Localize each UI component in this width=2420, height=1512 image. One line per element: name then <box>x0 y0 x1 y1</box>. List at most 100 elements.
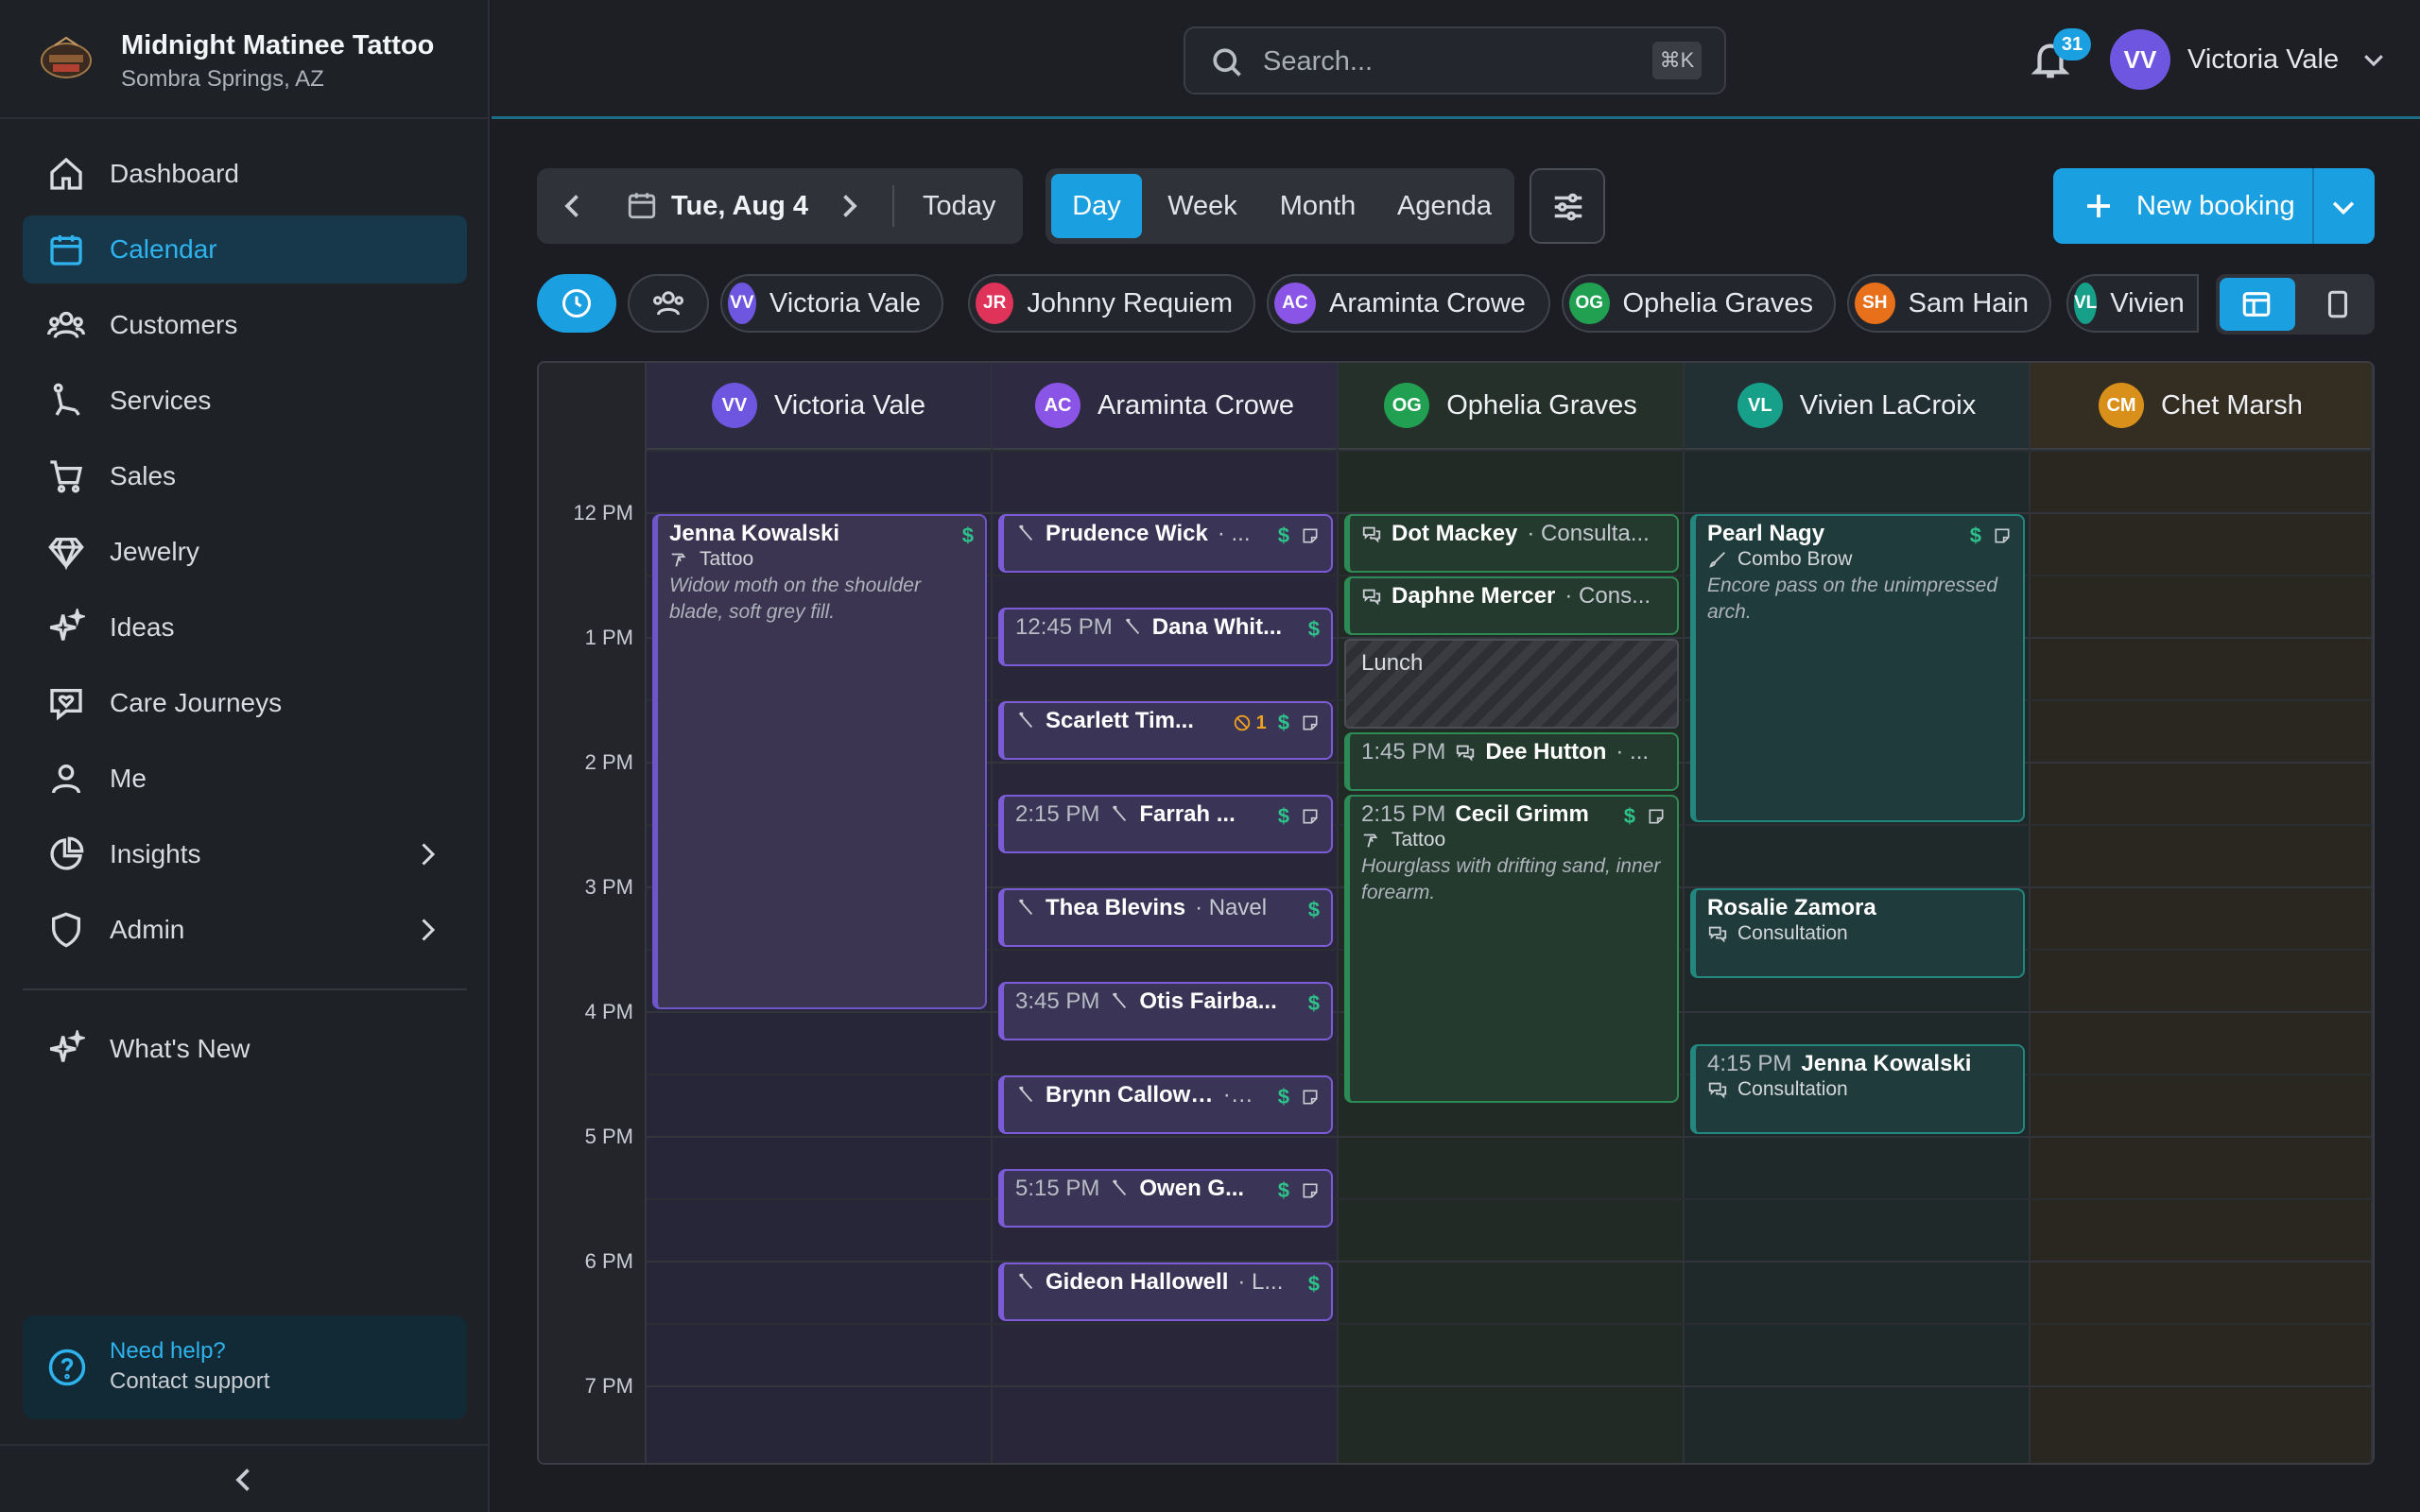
warning-count: 1 <box>1255 712 1267 733</box>
appointment-title-row: 5:15 PM Owen G... <box>1015 1175 1320 1203</box>
sidebar-item-services[interactable]: Services <box>23 367 467 435</box>
deposit-paid-icon: $ <box>961 524 974 547</box>
staff-chip[interactable]: AC Araminta Crowe <box>1267 274 1550 333</box>
pie-chart-icon <box>50 836 84 870</box>
appointment[interactable]: 5:15 PM Owen G... $ <box>998 1169 1333 1228</box>
staff-chip-label: Araminta Crowe <box>1329 287 1526 318</box>
help-icon <box>48 1349 86 1386</box>
appointment-time: 5:15 PM <box>1015 1176 1100 1201</box>
staff-chip[interactable]: VV Victoria Vale <box>720 274 943 333</box>
appointment-service: Tattoo <box>700 548 754 570</box>
sidebar-item-whats-new[interactable]: What's New <box>23 1015 467 1083</box>
appointment[interactable]: 2:15 PM Farrah ... $ <box>998 795 1333 853</box>
today-button[interactable]: Today <box>923 191 995 222</box>
calendar-icon <box>50 235 82 266</box>
appointment-service: Consultation <box>1737 1078 1848 1100</box>
appointment-service-line: Tattoo <box>669 548 974 571</box>
appointment-time: 2:15 PM <box>1361 801 1446 827</box>
tab-week[interactable]: Week <box>1150 174 1255 238</box>
help-card[interactable]: Need help? Contact support <box>23 1315 467 1419</box>
calendar-grid: VV Victoria Vale AC Araminta Crowe OG Ophelia… <box>537 361 2375 1465</box>
appointment[interactable]: Brynn Calloway · ... $ <box>998 1075 1333 1134</box>
staff-chip[interactable]: VL Vivien <box>2066 274 2199 333</box>
sidebar-item-label: Ideas <box>110 612 175 642</box>
brand-header[interactable]: Midnight Matinee Tattoo Sombra Springs, … <box>0 0 490 119</box>
appointment[interactable]: Jenna Kowalski $ Tattoo Widow moth on the s… <box>652 514 987 1009</box>
grid-line <box>647 450 2373 452</box>
deposit-paid-icon: $ <box>1277 524 1289 547</box>
sidebar-item-admin[interactable]: Admin <box>23 896 467 964</box>
column-header-label: Araminta Crowe <box>1098 389 1294 421</box>
appointment[interactable]: Rosalie Zamora Consultation <box>1690 888 2025 978</box>
avatar: AC <box>1035 383 1081 428</box>
blocked-time[interactable]: Lunch <box>1344 639 1679 729</box>
appointment-flags: $ <box>1278 1085 1320 1109</box>
appointment[interactable]: 12:45 PM Dana Whit... $ <box>998 608 1333 666</box>
time-label: 5 PM <box>584 1125 633 1148</box>
column-header: OG Ophelia Graves <box>1339 363 1683 450</box>
mobile-layout-icon[interactable] <box>2322 288 2354 320</box>
staff-chip-label: Vivien <box>2110 287 2185 318</box>
appointment-service: Consultation <box>1737 922 1848 944</box>
sidebar-item-dashboard[interactable]: Dashboard <box>23 140 467 208</box>
current-date[interactable]: Tue, Aug 4 <box>671 191 808 222</box>
appointment[interactable]: Gideon Hallowell · L... $ <box>998 1263 1333 1321</box>
users-icon <box>47 311 85 338</box>
needle-icon <box>53 383 80 416</box>
search-shortcut: ⌘K <box>1652 42 1702 79</box>
appointment[interactable]: Prudence Wick · ... $ <box>998 514 1333 573</box>
appointment-customer: Otis Fairba... <box>1139 988 1277 1014</box>
appointment[interactable]: Daphne Mercer · Cons... <box>1344 576 1679 635</box>
sidebar-item-me[interactable]: Me <box>23 745 467 813</box>
appointment-flags: $ <box>1970 524 2012 548</box>
appointment-title-row: 4:15 PM Jenna Kowalski <box>1707 1050 2012 1078</box>
appointment-flags: 1 $ <box>1232 711 1320 735</box>
appointment-title-row: Brynn Calloway · ... <box>1015 1081 1320 1109</box>
sidebar-item-care-journeys[interactable]: Care Journeys <box>23 669 467 737</box>
time-label: 7 PM <box>584 1374 633 1398</box>
prev-day-button[interactable] <box>556 189 590 223</box>
staff-chip[interactable]: JR Johnny Requiem <box>968 274 1255 333</box>
appointment[interactable]: 1:45 PM Dee Hutton · ... <box>1344 732 1679 791</box>
appointment-time: 4:15 PM <box>1707 1051 1792 1076</box>
sidebar-item-insights[interactable]: Insights <box>23 820 467 888</box>
sidebar-item-ideas[interactable]: Ideas <box>23 593 467 662</box>
appointment[interactable]: Dot Mackey · Consulta... <box>1344 514 1679 573</box>
new-booking-button[interactable]: New booking <box>2053 168 2375 244</box>
staff-chip[interactable]: SH Sam Hain <box>1847 274 2051 333</box>
all-staff-button[interactable] <box>628 274 709 333</box>
appointment[interactable]: 4:15 PM Jenna Kowalski Consultation <box>1690 1044 2025 1134</box>
column-header-label: Ophelia Graves <box>1446 389 1637 421</box>
next-day-button[interactable] <box>832 189 866 223</box>
tab-month[interactable]: Month <box>1259 174 1376 238</box>
search-input[interactable]: Search... ⌘K <box>1184 26 1726 94</box>
appointment[interactable]: Thea Blevins · Navel $ <box>998 888 1333 947</box>
collapse-sidebar-button[interactable] <box>0 1444 490 1512</box>
filter-button[interactable] <box>1530 168 1605 244</box>
time-filter-button[interactable] <box>537 274 616 333</box>
appointment[interactable]: 2:15 PM Cecil Grimm $ Tattoo Hourglass with … <box>1344 795 1679 1103</box>
deposit-paid-icon: $ <box>1277 1178 1289 1202</box>
appointment-customer: Jenna Kowalski <box>669 521 840 546</box>
user-menu[interactable]: VV Victoria Vale <box>2110 28 2388 91</box>
chevron-down-icon[interactable] <box>2327 191 2360 223</box>
new-booking-label: New booking <box>2136 191 2295 221</box>
time-label: 12 PM <box>573 501 633 524</box>
column-header: AC Araminta Crowe <box>993 363 1337 450</box>
column-header-label: Chet Marsh <box>2161 389 2303 421</box>
tab-day[interactable]: Day <box>1051 174 1142 238</box>
sidebar-item-customers[interactable]: Customers <box>23 291 467 359</box>
column-header: VL Vivien LaCroix <box>1685 363 2029 450</box>
appointment[interactable]: Pearl Nagy $ Combo Brow Encore pass on the … <box>1690 514 2025 822</box>
staff-column[interactable]: CM Chet Marsh <box>2031 363 2373 1463</box>
appointment[interactable]: Scarlett Tim... 1 $ <box>998 701 1333 760</box>
appointment-service: · ... <box>1616 739 1650 765</box>
staff-chip-label: Johnny Requiem <box>1027 287 1233 318</box>
sidebar-item-jewelry[interactable]: Jewelry <box>23 518 467 586</box>
staff-chip[interactable]: OG Ophelia Graves <box>1562 274 1836 333</box>
diamond-icon <box>48 538 84 571</box>
tab-agenda[interactable]: Agenda <box>1380 174 1509 238</box>
sidebar-item-sales[interactable]: Sales <box>23 442 467 510</box>
sidebar-item-calendar[interactable]: Calendar <box>23 215 467 284</box>
appointment[interactable]: 3:45 PM Otis Fairba... $ <box>998 982 1333 1040</box>
